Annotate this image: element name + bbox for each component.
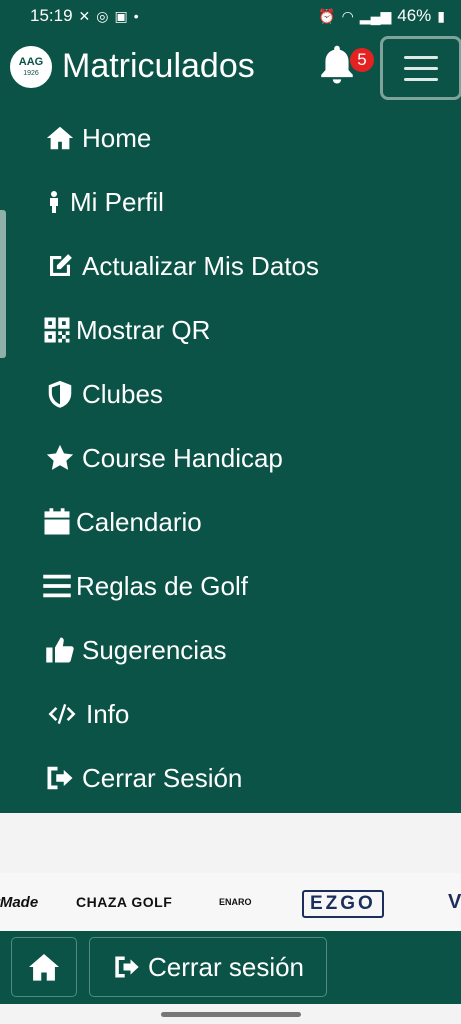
thumbs-up-icon bbox=[42, 635, 78, 665]
menu-item-sugerencias[interactable]: Sugerencias bbox=[42, 628, 227, 672]
menu-item-cerrar-sesion[interactable]: Cerrar Sesión bbox=[42, 756, 242, 800]
notification-badge[interactable]: 5 bbox=[350, 48, 374, 72]
dot-icon: • bbox=[133, 8, 139, 24]
system-navigation-bar bbox=[0, 1004, 461, 1024]
logo-text: AAG bbox=[18, 56, 44, 68]
menu-item-label: Actualizar Mis Datos bbox=[82, 250, 319, 281]
menu-item-label: Course Handicap bbox=[82, 442, 283, 473]
logo-year: 1926 bbox=[23, 70, 39, 77]
app-header: AAG 1926 Matriculados 5 bbox=[0, 32, 461, 104]
image-notification-icon: ▣ bbox=[114, 8, 128, 24]
hamburger-menu-button[interactable] bbox=[380, 36, 461, 100]
menu-item-label: Cerrar Sesión bbox=[82, 762, 243, 793]
list-icon bbox=[42, 571, 72, 601]
bottom-home-button[interactable] bbox=[11, 937, 77, 997]
qr-code-icon bbox=[42, 315, 72, 345]
status-bar: 15:19 ✕ ◎ ▣ • ⏰ ◠ ▂▄▆ 46% ▮ bbox=[0, 0, 461, 32]
menu-item-label: Mi Perfil bbox=[70, 186, 164, 217]
battery-icon: ▮ bbox=[437, 8, 445, 24]
calendar-icon bbox=[42, 507, 72, 537]
home-icon bbox=[42, 123, 78, 153]
bottom-bar: Cerrar sesión bbox=[0, 931, 461, 1004]
wifi-icon: ◠ bbox=[341, 8, 354, 24]
content-background bbox=[0, 813, 461, 873]
person-icon bbox=[42, 187, 66, 217]
menu-item-course-handicap[interactable]: Course Handicap bbox=[42, 436, 283, 480]
menu-item-label: Home bbox=[82, 122, 152, 153]
menu-item-actualizar-mis-datos[interactable]: Actualizar Mis Datos bbox=[42, 244, 319, 288]
menu-item-label: Calendario bbox=[76, 506, 202, 537]
missed-call-icon: ✕ bbox=[78, 8, 91, 24]
sponsor-taylormade-logo[interactable]: rMade bbox=[0, 883, 38, 921]
drawer-edge-handle[interactable] bbox=[0, 210, 6, 358]
bottom-logout-button[interactable]: Cerrar sesión bbox=[89, 937, 327, 997]
menu-item-mostrar-qr[interactable]: Mostrar QR bbox=[42, 308, 210, 352]
app-title[interactable]: Matriculados bbox=[62, 46, 255, 86]
menu-item-mi-perfil[interactable]: Mi Perfil bbox=[42, 180, 164, 224]
shield-icon bbox=[42, 379, 78, 409]
menu-item-label: Clubes bbox=[82, 378, 163, 409]
menu-item-info[interactable]: Info bbox=[42, 692, 129, 736]
sign-out-icon bbox=[115, 956, 139, 978]
sponsor-ezgo-logo[interactable]: EZGO bbox=[302, 890, 384, 918]
sponsors-strip: rMade CHAZA GOLF ENARO EZGO V bbox=[0, 873, 461, 931]
menu-line bbox=[404, 55, 438, 59]
star-icon bbox=[42, 443, 78, 473]
edit-icon bbox=[42, 251, 78, 281]
alarm-icon: ⏰ bbox=[318, 8, 336, 24]
home-icon bbox=[29, 954, 59, 981]
status-time: 15:19 bbox=[30, 6, 73, 25]
menu-item-reglas-de-golf[interactable]: Reglas de Golf bbox=[42, 564, 248, 608]
gesture-handle[interactable] bbox=[161, 1012, 301, 1017]
signal-icon: ▂▄▆ bbox=[359, 8, 392, 24]
whatsapp-icon: ◎ bbox=[96, 8, 109, 24]
navigation-menu: Home Mi Perfil Actualizar Mis Datos Most… bbox=[0, 104, 461, 813]
logout-label: Cerrar sesión bbox=[147, 951, 305, 982]
menu-item-calendario[interactable]: Calendario bbox=[42, 500, 202, 544]
menu-item-label: Reglas de Golf bbox=[76, 570, 248, 601]
menu-item-label: Sugerencias bbox=[82, 634, 227, 665]
menu-item-label: Info bbox=[86, 698, 130, 729]
sponsor-chaza-golf-logo[interactable]: CHAZA GOLF bbox=[76, 883, 172, 921]
menu-item-label: Mostrar QR bbox=[76, 314, 211, 345]
sponsor-partial-logo[interactable]: V bbox=[448, 883, 461, 921]
code-icon bbox=[42, 699, 82, 729]
menu-item-clubes[interactable]: Clubes bbox=[42, 372, 163, 416]
aag-logo[interactable]: AAG 1926 bbox=[10, 46, 52, 88]
menu-line bbox=[404, 77, 438, 81]
battery-percent: 46% bbox=[397, 6, 432, 25]
menu-item-home[interactable]: Home bbox=[42, 116, 151, 160]
sign-out-icon bbox=[42, 763, 78, 793]
sponsor-enaro-logo[interactable]: ENARO bbox=[219, 883, 252, 921]
menu-line bbox=[404, 66, 438, 70]
